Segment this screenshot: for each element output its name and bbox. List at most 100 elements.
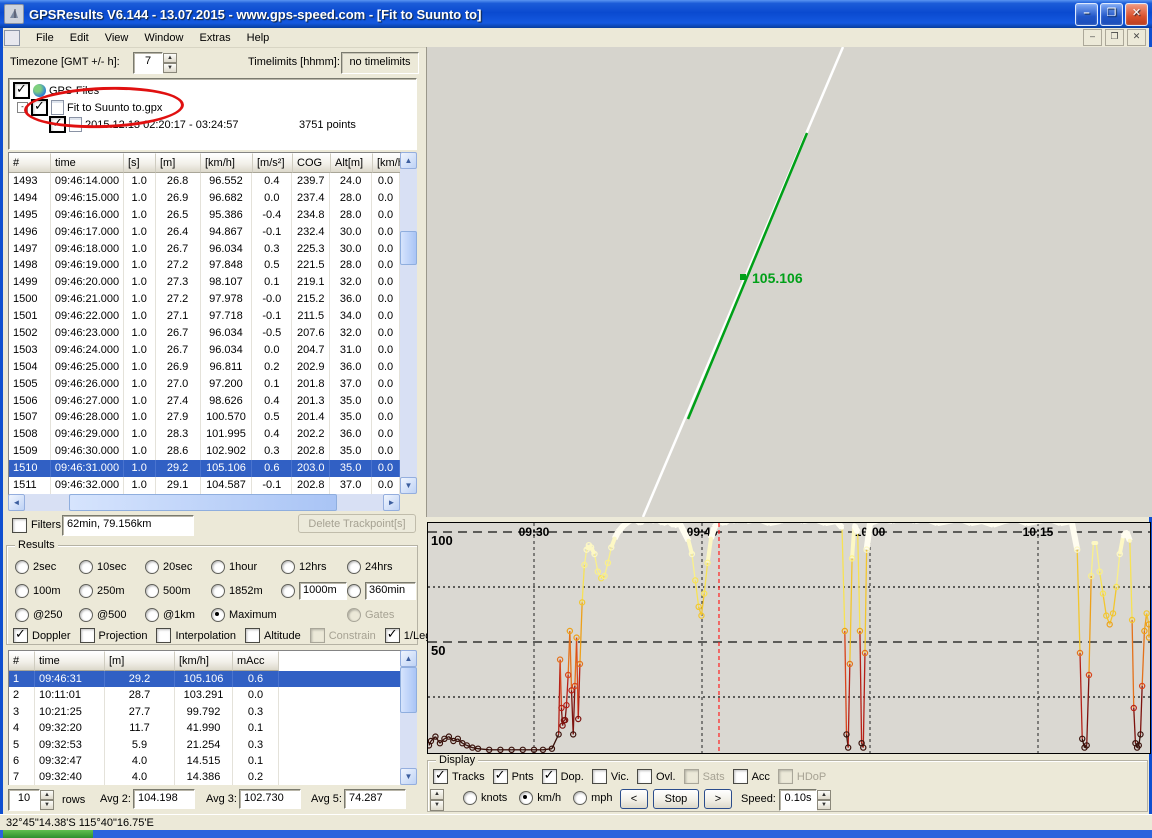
speed-graph[interactable]: 09:3009:4510:0010:1510050 bbox=[427, 522, 1151, 754]
results-checkbox-projection[interactable] bbox=[80, 628, 95, 643]
column-header-time[interactable]: time bbox=[35, 651, 105, 671]
scroll-up-icon[interactable]: ▲ bbox=[400, 152, 417, 169]
radio-1km[interactable] bbox=[145, 608, 159, 622]
step-back-button[interactable]: < bbox=[620, 789, 648, 809]
unit-radio-knots[interactable] bbox=[463, 791, 477, 805]
unit-radio-mph[interactable] bbox=[573, 791, 587, 805]
column-header-m-s[interactable]: [m/s²] bbox=[253, 153, 293, 173]
column-header-km-h[interactable]: [km/h] bbox=[373, 153, 401, 173]
radio-250m[interactable] bbox=[79, 584, 93, 598]
spin-up-icon[interactable]: ▲ bbox=[40, 790, 54, 800]
column-header-[interactable]: # bbox=[9, 651, 35, 671]
table-row[interactable]: 149809:46:19.0001.027.297.8480.5221.528.… bbox=[9, 257, 401, 274]
table-row[interactable]: 149409:46:15.0001.026.996.6820.0237.428.… bbox=[9, 190, 401, 207]
filters-checkbox[interactable] bbox=[12, 518, 27, 533]
stop-button[interactable]: Stop bbox=[653, 789, 699, 809]
column-header-km-h[interactable]: [km/h] bbox=[201, 153, 253, 173]
gps-files-tree[interactable]: GPS-Files - Fit to Suunto to.gpx 2015.12… bbox=[8, 78, 417, 150]
column-header-time[interactable]: time bbox=[51, 153, 124, 173]
trackpoint-table[interactable]: #time[s][m][km/h][m/s²]COGAlt[m][km/h]14… bbox=[8, 152, 401, 495]
custom-value-input[interactable]: 360min bbox=[365, 582, 416, 600]
tree-collapse-icon[interactable]: - bbox=[17, 102, 28, 113]
radio-24hrs[interactable] bbox=[347, 560, 361, 574]
spin-up-icon[interactable]: ▲ bbox=[163, 53, 177, 63]
display-checkbox-ovl[interactable] bbox=[637, 769, 652, 784]
mdi-restore-button[interactable]: ❐ bbox=[1105, 29, 1124, 46]
track-table-hscrollbar[interactable]: ◄ ► bbox=[8, 494, 400, 511]
tree-file-checkbox[interactable] bbox=[31, 99, 48, 116]
rows-count-input[interactable]: 10 bbox=[8, 789, 40, 811]
vscroll-thumb[interactable] bbox=[400, 231, 417, 265]
table-row[interactable]: 150909:46:30.0001.028.6102.9020.3202.835… bbox=[9, 443, 401, 460]
unit-radio-km-h[interactable] bbox=[519, 791, 533, 805]
tree-session-label[interactable]: 2015.12.13 02:20:17 - 03:24:57 bbox=[85, 119, 239, 131]
radio-100m[interactable] bbox=[15, 584, 29, 598]
delete-trackpoints-button[interactable]: Delete Trackpoint[s] bbox=[298, 514, 416, 533]
table-row[interactable]: 151109:46:32.0001.029.1104.587-0.1202.83… bbox=[9, 477, 401, 494]
spin-down-icon[interactable]: ▼ bbox=[817, 800, 831, 810]
column-header-[interactable]: # bbox=[9, 153, 51, 173]
tree-session-checkbox[interactable] bbox=[49, 116, 66, 133]
display-checkbox-tracks[interactable] bbox=[433, 769, 448, 784]
menu-view[interactable]: View bbox=[97, 30, 137, 46]
mdi-close-button[interactable]: ✕ bbox=[1127, 29, 1146, 46]
track-table-vscrollbar[interactable]: ▲ ▼ bbox=[400, 152, 417, 494]
playback-speed-spinner[interactable]: ▲▼ bbox=[817, 790, 831, 810]
scroll-right-icon[interactable]: ► bbox=[383, 494, 400, 511]
spin-down-icon[interactable]: ▼ bbox=[430, 800, 444, 811]
table-row[interactable]: 409:32:2011.741.9900.1 bbox=[9, 720, 401, 736]
menu-window[interactable]: Window bbox=[136, 30, 191, 46]
radio-12hrs[interactable] bbox=[281, 560, 295, 574]
spin-up-icon[interactable]: ▲ bbox=[430, 789, 444, 800]
table-row[interactable]: 150609:46:27.0001.027.498.6260.4201.335.… bbox=[9, 393, 401, 410]
display-checkbox-acc[interactable] bbox=[733, 769, 748, 784]
table-row[interactable]: 109:46:3129.2105.1060.6 bbox=[9, 671, 401, 687]
display-checkbox-dop[interactable] bbox=[542, 769, 557, 784]
step-forward-button[interactable]: > bbox=[704, 789, 732, 809]
spin-up-icon[interactable]: ▲ bbox=[817, 790, 831, 800]
timelimits-value[interactable]: no timelimits bbox=[341, 52, 419, 74]
radio-20sec[interactable] bbox=[145, 560, 159, 574]
radio-gates[interactable] bbox=[347, 608, 361, 622]
tree-root-checkbox[interactable] bbox=[13, 82, 30, 99]
radio-1852m[interactable] bbox=[211, 584, 225, 598]
scroll-down-icon[interactable]: ▼ bbox=[400, 477, 417, 494]
playback-speed-input[interactable]: 0.10s bbox=[779, 789, 817, 811]
track-map-view[interactable]: 105.106 bbox=[426, 47, 1152, 517]
results-checkbox-altitude[interactable] bbox=[245, 628, 260, 643]
display-checkbox-hdop[interactable] bbox=[778, 769, 793, 784]
radio-1hour[interactable] bbox=[211, 560, 225, 574]
vscroll-thumb[interactable] bbox=[400, 667, 417, 713]
table-row[interactable]: 150309:46:24.0001.026.796.0340.0204.731.… bbox=[9, 342, 401, 359]
menu-help[interactable]: Help bbox=[239, 30, 278, 46]
column-header-km-h[interactable]: [km/h] bbox=[175, 651, 233, 671]
radio-2sec[interactable] bbox=[15, 560, 29, 574]
display-checkbox-vic[interactable] bbox=[592, 769, 607, 784]
table-row[interactable]: 149309:46:14.0001.026.896.5520.4239.724.… bbox=[9, 173, 401, 190]
table-row[interactable]: 150809:46:29.0001.028.3101.9950.4202.236… bbox=[9, 426, 401, 443]
display-checkbox-pnts[interactable] bbox=[493, 769, 508, 784]
table-row[interactable]: 149909:46:20.0001.027.398.1070.1219.132.… bbox=[9, 274, 401, 291]
scroll-left-icon[interactable]: ◄ bbox=[8, 494, 25, 511]
results-checkbox-interpolation[interactable] bbox=[156, 628, 171, 643]
menu-extras[interactable]: Extras bbox=[191, 30, 238, 46]
radio-500m[interactable] bbox=[145, 584, 159, 598]
table-row[interactable]: 150709:46:28.0001.027.9100.5700.5201.435… bbox=[9, 409, 401, 426]
table-row[interactable]: 150009:46:21.0001.027.297.978-0.0215.236… bbox=[9, 291, 401, 308]
table-row[interactable]: 509:32:535.921.2540.3 bbox=[9, 737, 401, 753]
table-row[interactable]: 150109:46:22.0001.027.197.718-0.1211.534… bbox=[9, 308, 401, 325]
radio-10sec[interactable] bbox=[79, 560, 93, 574]
table-row[interactable]: 150409:46:25.0001.026.996.8110.2202.936.… bbox=[9, 359, 401, 376]
timezone-input[interactable]: 7 bbox=[133, 52, 163, 74]
display-checkbox-sats[interactable] bbox=[684, 769, 699, 784]
minimize-button[interactable]: – bbox=[1075, 3, 1098, 26]
windows-taskbar[interactable] bbox=[0, 830, 1152, 838]
mdi-minimize-button[interactable]: – bbox=[1083, 29, 1102, 46]
radio-custom-1000m[interactable] bbox=[281, 584, 295, 598]
spin-down-icon[interactable]: ▼ bbox=[40, 800, 54, 810]
table-row[interactable]: 609:32:474.014.5150.1 bbox=[9, 753, 401, 769]
table-row[interactable]: 151009:46:31.0001.029.2105.1060.6203.035… bbox=[9, 460, 401, 477]
scroll-up-icon[interactable]: ▲ bbox=[400, 650, 417, 667]
results-checkbox-1-leg[interactable] bbox=[385, 628, 400, 643]
restore-button[interactable]: ❐ bbox=[1100, 3, 1123, 26]
